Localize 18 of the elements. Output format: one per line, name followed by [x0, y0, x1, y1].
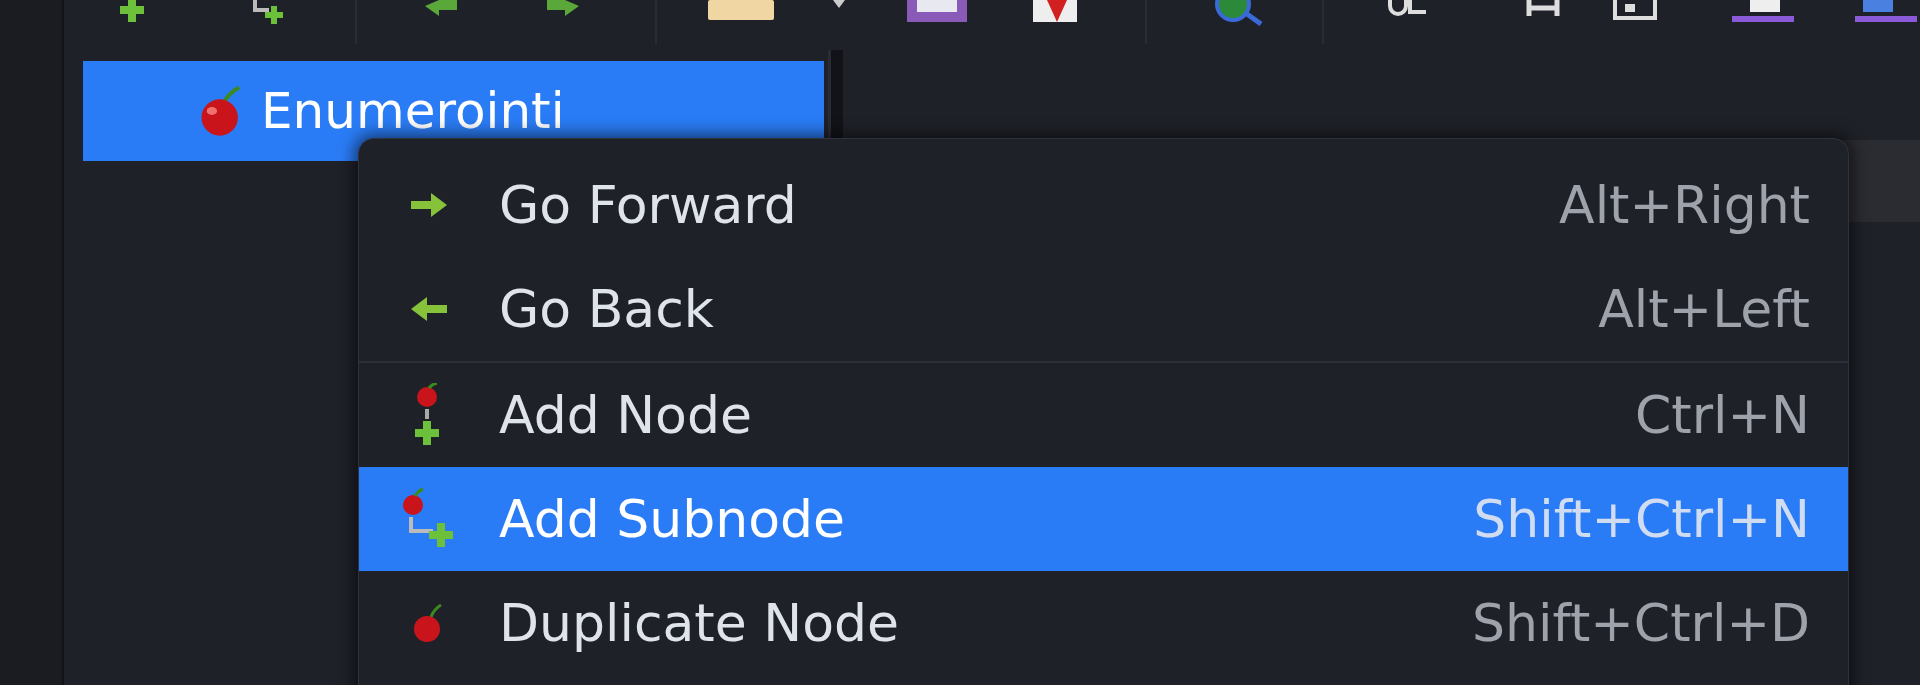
- image-icon[interactable]: [1613, 0, 1657, 22]
- menu-item[interactable]: Add Subnode Shift+Ctrl+N: [359, 467, 1848, 571]
- shortcut-text: Alt+Right: [1559, 175, 1810, 235]
- shortcut-text: Ctrl+N: [1635, 385, 1810, 445]
- menu-label: Go Forward: [499, 175, 798, 235]
- menu-item[interactable]: Duplicate Node Shift+Ctrl+D: [359, 571, 1848, 675]
- shortcut-text: Alt+Left: [1598, 279, 1810, 339]
- menu-label: Add Node: [499, 385, 753, 445]
- document-icon[interactable]: [1033, 0, 1077, 24]
- shortcut-text: Shift+Ctrl+N: [1473, 489, 1810, 549]
- shortcut-text: Shift+Ctrl+D: [1472, 593, 1810, 653]
- menu-item[interactable]: Add Node Ctrl+N: [359, 363, 1848, 467]
- menu-label: Duplicate Node: [499, 593, 900, 653]
- menu-label: Add Subnode: [499, 489, 846, 549]
- menu-label: Go Back: [499, 279, 715, 339]
- caret-icon[interactable]: [833, 0, 845, 10]
- menu-item[interactable]: Go Back Alt+Left: [359, 257, 1848, 361]
- save-icon[interactable]: [907, 0, 967, 24]
